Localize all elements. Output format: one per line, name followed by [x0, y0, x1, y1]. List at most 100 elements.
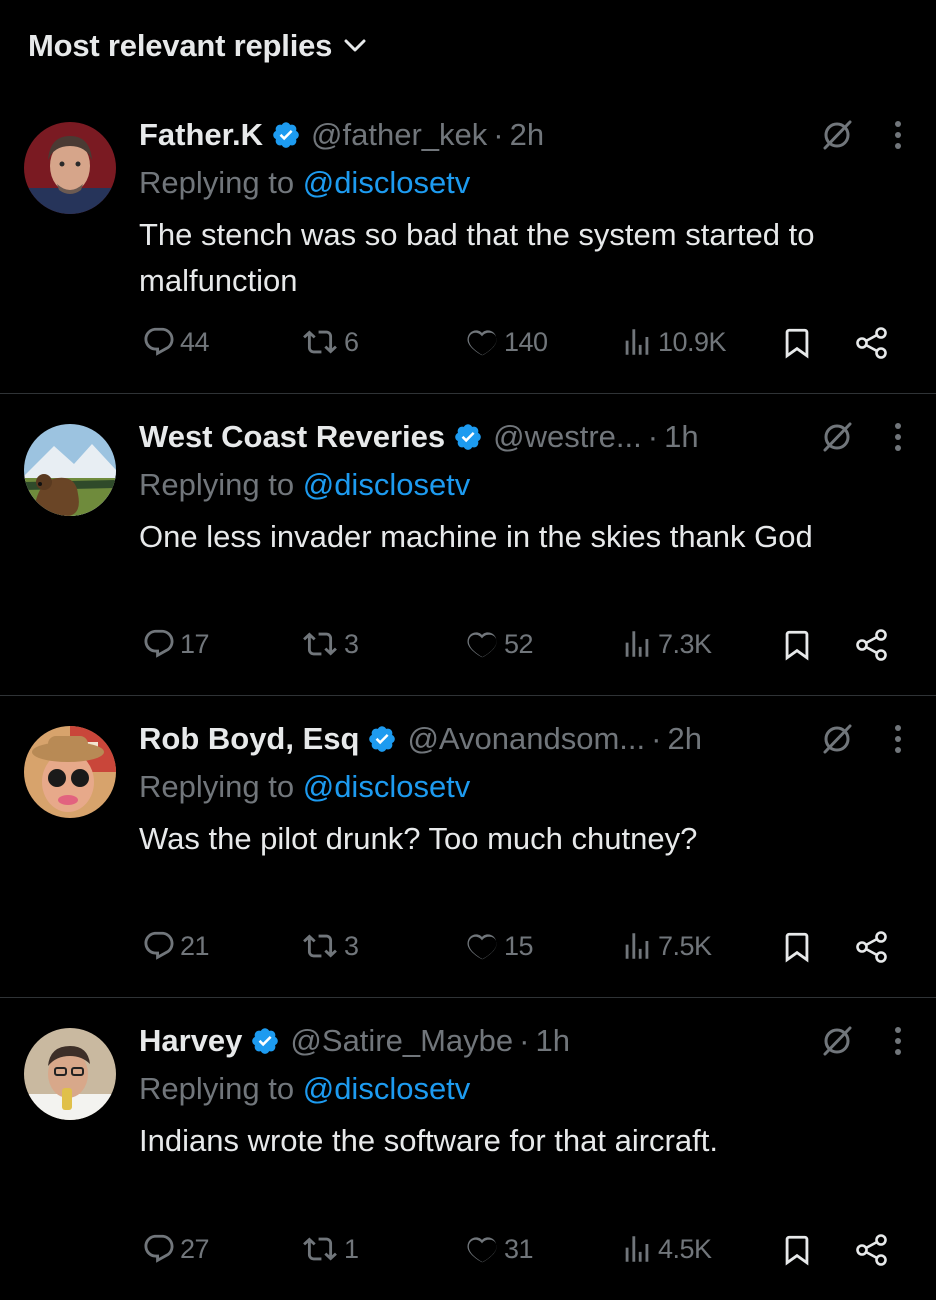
replying-to-prefix: Replying to — [139, 467, 303, 502]
repost-button[interactable]: 6 — [300, 325, 359, 359]
analytics-icon — [620, 1232, 654, 1266]
like-count: 52 — [504, 628, 534, 659]
repost-icon — [300, 1232, 340, 1266]
bookmark-icon — [780, 929, 814, 965]
timestamp[interactable]: 2h — [510, 112, 544, 158]
reply-text: Indians wrote the software for that airc… — [139, 1123, 718, 1158]
share-button[interactable] — [854, 1232, 890, 1268]
reply-count: 21 — [180, 930, 210, 961]
views-button[interactable]: 4.5K — [620, 1232, 712, 1266]
avatar[interactable] — [24, 1028, 116, 1120]
user-handle[interactable]: @Avonandsom... — [407, 716, 645, 762]
replying-to-line: Replying to @disclosetv — [139, 160, 912, 206]
like-button[interactable]: 31 — [464, 1232, 534, 1266]
repost-button[interactable]: 1 — [300, 1232, 359, 1266]
views-button[interactable]: 7.3K — [620, 627, 712, 661]
bookmark-button[interactable] — [780, 1232, 814, 1268]
reply-icon — [142, 929, 176, 963]
user-handle[interactable]: @father_kek — [311, 112, 487, 158]
view-count: 7.5K — [658, 930, 712, 961]
repost-count: 3 — [344, 930, 359, 961]
timestamp[interactable]: 1h — [664, 414, 698, 460]
replying-to-mention[interactable]: @disclosetv — [303, 165, 471, 200]
like-button[interactable]: 52 — [464, 627, 534, 661]
timestamp[interactable]: 1h — [536, 1018, 570, 1064]
grok-icon[interactable] — [820, 1024, 854, 1058]
views-button[interactable]: 10.9K — [620, 325, 727, 359]
display-name[interactable]: Father.K — [139, 112, 263, 158]
share-button[interactable] — [854, 325, 890, 361]
separator-dot: · — [519, 1023, 530, 1058]
replying-to-mention[interactable]: @disclosetv — [303, 467, 471, 502]
reply-button[interactable]: 21 — [142, 929, 210, 963]
replying-to-line: Replying to @disclosetv — [139, 764, 912, 810]
share-icon — [854, 929, 890, 965]
repost-icon — [300, 627, 340, 661]
like-button[interactable]: 140 — [464, 325, 548, 359]
reply-text: One less invader machine in the skies th… — [139, 519, 813, 554]
chevron-down-icon[interactable] — [344, 39, 366, 53]
bookmark-button[interactable] — [780, 627, 814, 663]
repost-icon — [300, 929, 340, 963]
sort-title: Most relevant replies — [28, 28, 333, 63]
replying-to-prefix: Replying to — [139, 165, 303, 200]
repost-button[interactable]: 3 — [300, 627, 359, 661]
analytics-icon — [620, 929, 654, 963]
reply-icon — [142, 627, 176, 661]
avatar[interactable] — [24, 726, 116, 818]
like-count: 15 — [504, 930, 534, 961]
more-options-icon[interactable] — [894, 724, 902, 754]
display-name[interactable]: West Coast Reveries — [139, 414, 445, 460]
bookmark-button[interactable] — [780, 929, 814, 965]
action-bar: 27 1 31 4.5K — [142, 1232, 896, 1272]
reply-item[interactable]: Harvey @Satire_Maybe · 1h Replying to @d… — [0, 998, 936, 1300]
reply-item[interactable]: West Coast Reveries @westre... · 1h Repl… — [0, 394, 936, 696]
reply-text: Was the pilot drunk? Too much chutney? — [139, 821, 698, 856]
action-bar: 44 6 140 10.9K — [142, 325, 896, 365]
action-bar: 21 3 15 7.5K — [142, 929, 896, 969]
more-options-icon[interactable] — [894, 120, 902, 150]
reply-button[interactable]: 17 — [142, 627, 210, 661]
reply-item[interactable]: Father.K @father_kek · 2h Replying to @d… — [0, 92, 936, 394]
more-options-icon[interactable] — [894, 1026, 902, 1056]
share-icon — [854, 325, 890, 361]
reply-button[interactable]: 27 — [142, 1232, 210, 1266]
reply-item[interactable]: Rob Boyd, Esq @Avonandsom... · 2h Replyi… — [0, 696, 936, 998]
repost-count: 3 — [344, 628, 359, 659]
reply-icon — [142, 1232, 176, 1266]
replying-to-line: Replying to @disclosetv — [139, 462, 912, 508]
analytics-icon — [620, 627, 654, 661]
repost-button[interactable]: 3 — [300, 929, 359, 963]
share-button[interactable] — [854, 627, 890, 663]
grok-icon[interactable] — [820, 118, 854, 152]
replies-sort-header[interactable]: Most relevant replies — [0, 0, 936, 92]
more-options-icon[interactable] — [894, 422, 902, 452]
verified-badge-icon — [453, 422, 483, 452]
view-count: 4.5K — [658, 1233, 712, 1264]
user-handle[interactable]: @Satire_Maybe — [290, 1018, 513, 1064]
avatar[interactable] — [24, 122, 116, 214]
avatar[interactable] — [24, 424, 116, 516]
display-name[interactable]: Harvey — [139, 1018, 242, 1064]
view-count: 7.3K — [658, 628, 712, 659]
reply-count: 17 — [180, 628, 210, 659]
heart-icon — [464, 627, 500, 661]
like-button[interactable]: 15 — [464, 929, 534, 963]
grok-icon[interactable] — [820, 722, 854, 756]
grok-icon[interactable] — [820, 420, 854, 454]
views-button[interactable]: 7.5K — [620, 929, 712, 963]
replying-to-mention[interactable]: @disclosetv — [303, 1071, 471, 1106]
replying-to-prefix: Replying to — [139, 769, 303, 804]
reply-button[interactable]: 44 — [142, 325, 210, 359]
verified-badge-icon — [271, 120, 301, 150]
heart-icon — [464, 1232, 500, 1266]
reply-icon — [142, 325, 176, 359]
display-name[interactable]: Rob Boyd, Esq — [139, 716, 359, 762]
share-button[interactable] — [854, 929, 890, 965]
bookmark-button[interactable] — [780, 325, 814, 361]
verified-badge-icon — [367, 724, 397, 754]
timestamp[interactable]: 2h — [667, 716, 701, 762]
user-handle[interactable]: @westre... — [493, 414, 642, 460]
reply-text: The stench was so bad that the system st… — [139, 217, 815, 298]
replying-to-mention[interactable]: @disclosetv — [303, 769, 471, 804]
